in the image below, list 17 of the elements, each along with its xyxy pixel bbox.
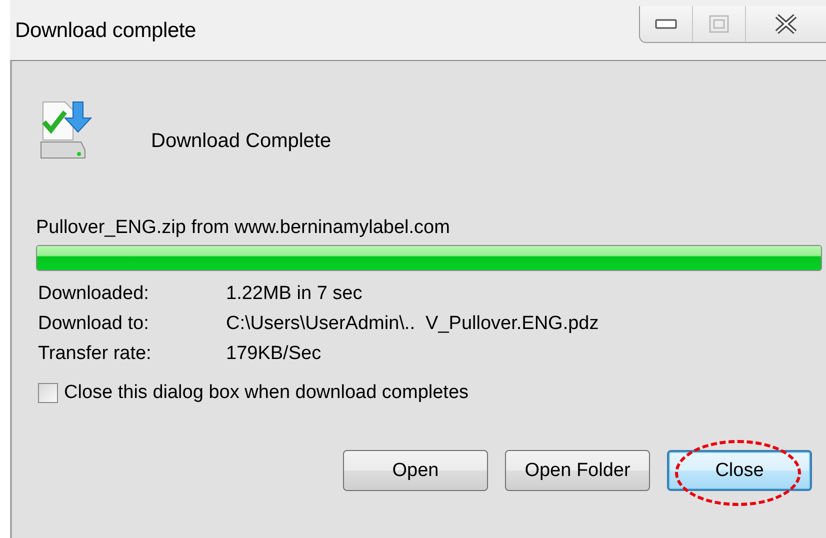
detail-label: Download to: xyxy=(38,313,150,335)
detail-value: 179KB/Sec xyxy=(226,343,322,365)
detail-label: Downloaded: xyxy=(38,283,150,305)
close-icon xyxy=(774,13,798,35)
detail-value: 1.22MB in 7 sec xyxy=(226,283,364,305)
checkbox-label: Close this dialog box when download completes xyxy=(64,382,469,404)
detail-value: C:\Users\UserAdmin\.. V_Pullover.ENG.pdz xyxy=(226,313,599,335)
status-heading: Download Complete xyxy=(151,130,332,152)
dialog-button[interactable]: Close xyxy=(667,450,812,491)
dialog-button[interactable]: Open Folder xyxy=(505,450,650,491)
file-source-text: Pullover_ENG.zip from www.berninamylabel.com xyxy=(36,217,451,239)
detail-label: Transfer rate: xyxy=(38,343,152,365)
maximize-icon xyxy=(709,15,729,33)
dialog-button[interactable]: Open xyxy=(343,450,488,491)
window-title: Download complete xyxy=(15,19,196,43)
checkbox[interactable] xyxy=(38,383,58,403)
minimize-icon xyxy=(655,19,677,29)
